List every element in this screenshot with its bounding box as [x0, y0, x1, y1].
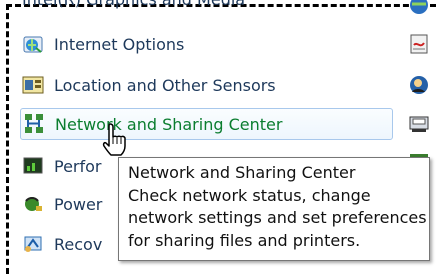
tooltip: Network and Sharing Center Check network… [118, 157, 430, 261]
item-location-sensors[interactable]: Location and Other Sensors [22, 69, 392, 101]
partial-item-intel-graphics[interactable]: Intel(R) Graphics and Media [22, 0, 245, 9]
tooltip-line-3: for sharing files and printers. [128, 230, 361, 250]
item-label: Power [54, 194, 103, 214]
tooltip-line-1: Check network status, change [128, 185, 371, 205]
internet-options-icon [23, 36, 43, 53]
tooltip-line-2: network settings and set preferences [128, 208, 427, 227]
item-network-sharing-center[interactable]: Network and Sharing Center [20, 108, 393, 140]
network-icon [25, 114, 43, 133]
tooltip-title: Network and Sharing Center [128, 163, 356, 182]
item-label: Network and Sharing Center [55, 114, 283, 134]
item-label: Perfor [54, 156, 102, 176]
power-icon [25, 197, 42, 211]
printer-icon [409, 116, 429, 132]
recovery-icon [24, 236, 42, 252]
item-label: Recov [54, 234, 103, 254]
hand-cursor-icon [102, 123, 126, 156]
media-globe-icon [410, 0, 428, 14]
item-label: Location and Other Sensors [54, 75, 276, 95]
location-sensors-icon [22, 76, 44, 94]
user-globe-icon [410, 76, 428, 94]
performance-icon [23, 157, 43, 174]
notepad-icon [410, 34, 428, 54]
item-label: Internet Options [54, 34, 185, 54]
item-internet-options[interactable]: Internet Options [22, 28, 392, 60]
